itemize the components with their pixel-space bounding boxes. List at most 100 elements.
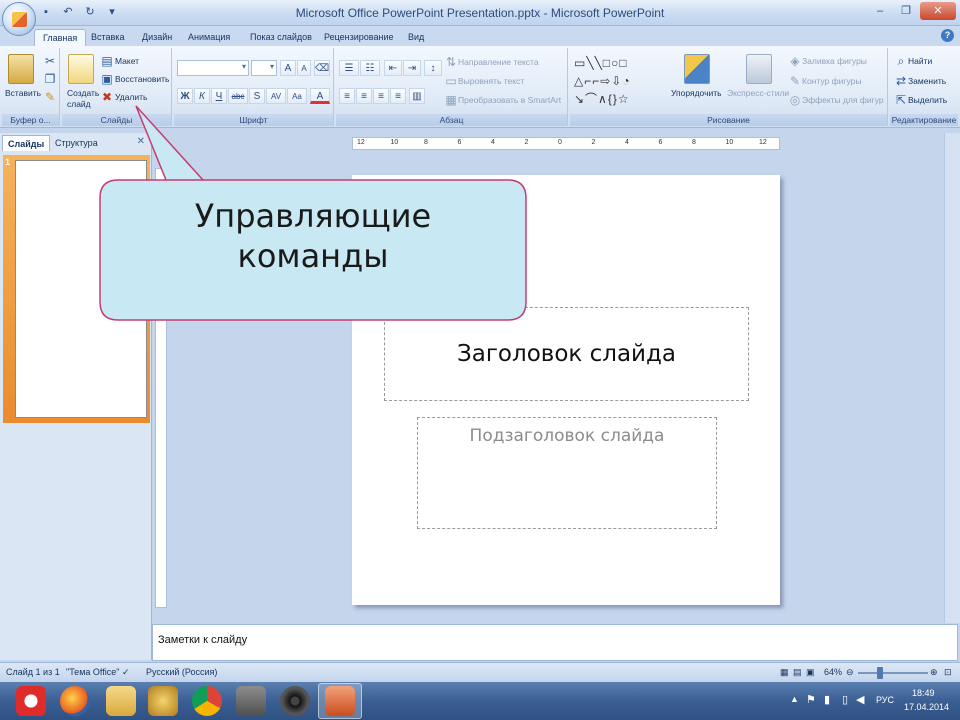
zoom-level[interactable]: 64% (824, 667, 842, 677)
tab-slideshow[interactable]: Показ слайдов (242, 29, 320, 46)
numbering-button[interactable]: ☷ (360, 60, 380, 76)
tab-view[interactable]: Вид (400, 29, 432, 46)
replace-button[interactable]: Заменить (908, 76, 946, 86)
tab-insert[interactable]: Вставка (83, 29, 132, 46)
close-pane-icon[interactable]: ✕ (137, 136, 145, 147)
decrease-indent-button[interactable]: ⇤ (384, 60, 402, 76)
volume-icon[interactable]: ◀ (856, 693, 864, 706)
paste-button[interactable]: Вставить (5, 88, 41, 98)
quick-styles-button[interactable]: Экспресс-стили (727, 88, 789, 98)
smartart-button[interactable]: Преобразовать в SmartArt (458, 95, 561, 105)
arrange-button[interactable]: Упорядочить (671, 88, 722, 98)
file-explorer-icon[interactable] (106, 686, 136, 716)
zoom-in-icon[interactable]: ⊕ (930, 667, 938, 678)
shapes-gallery[interactable]: ▭╲╲□○□ △⌐⌐⇨⇩◔ ↘⌒∧{}☆ (574, 54, 662, 108)
new-slide-label-2[interactable]: слайд (67, 99, 91, 109)
clock-date[interactable]: 17.04.2014 (904, 702, 949, 712)
align-text-button[interactable]: Выровнять текст (458, 76, 524, 86)
justify-button[interactable]: ≡ (390, 88, 406, 104)
shrink-font-button[interactable]: A (297, 60, 311, 76)
office-button[interactable] (2, 2, 36, 36)
notes-pane[interactable]: Заметки к слайду (152, 624, 958, 661)
find-button[interactable]: Найти (908, 56, 932, 66)
tray-arrow-icon[interactable]: ▲ (790, 694, 799, 704)
strikethrough-button[interactable]: abc (228, 88, 248, 104)
underline-button[interactable]: Ч (211, 88, 227, 104)
cut-icon[interactable]: ✂ (43, 54, 57, 68)
fit-to-window-icon[interactable]: ⊡ (944, 667, 952, 678)
slideshow-view-icon[interactable]: ▣ (806, 667, 815, 678)
shadow-button[interactable]: S (249, 88, 265, 104)
reset-button[interactable]: Восстановить (115, 74, 169, 84)
close-button[interactable]: ✕ (920, 2, 956, 20)
spellcheck-icon[interactable]: ✓ (122, 667, 130, 678)
zoom-slider-thumb[interactable] (877, 667, 884, 679)
language-tray[interactable]: РУС (876, 695, 894, 705)
align-center-button[interactable]: ≡ (356, 88, 372, 104)
font-name-combo[interactable] (177, 60, 249, 76)
align-left-button[interactable]: ≡ (339, 88, 355, 104)
quick-styles-icon[interactable] (746, 54, 772, 84)
bullets-button[interactable]: ☰ (339, 60, 359, 76)
customize-icon[interactable]: ▾ (104, 4, 120, 20)
font-size-combo[interactable] (251, 60, 277, 76)
font-color-button[interactable]: A (310, 88, 330, 104)
network-icon[interactable]: ▮ (824, 693, 830, 706)
shape-fill-button[interactable]: Заливка фигуры (802, 56, 867, 66)
battery-icon[interactable]: ▯ (842, 693, 848, 706)
subtitle-placeholder[interactable]: Подзаголовок слайда (417, 417, 717, 529)
save-icon[interactable]: ▪ (38, 4, 54, 20)
slide-thumbnail-number: 1 (5, 157, 11, 167)
restore-button[interactable]: ❐ (894, 2, 918, 20)
tab-outline[interactable]: Структура (50, 135, 103, 151)
app-icon[interactable] (148, 686, 178, 716)
delete-button[interactable]: Удалить (115, 92, 147, 102)
yandex-browser-icon[interactable] (16, 686, 46, 716)
game-icon[interactable] (236, 686, 266, 716)
normal-view-icon[interactable]: ▦ (780, 667, 789, 678)
minimize-button[interactable]: – (868, 2, 892, 20)
paragraph-group-label: Абзац (336, 114, 567, 126)
columns-button[interactable]: ▥ (409, 88, 425, 104)
tab-design[interactable]: Дизайн (134, 29, 180, 46)
media-player-icon[interactable] (280, 686, 310, 716)
grow-font-button[interactable]: A (280, 60, 296, 76)
theme-name[interactable]: "Тема Office" (66, 667, 119, 677)
tab-review[interactable]: Рецензирование (316, 29, 402, 46)
paste-icon[interactable] (8, 54, 34, 84)
flag-icon[interactable]: ⚑ (806, 693, 816, 706)
layout-button[interactable]: Макет (115, 56, 139, 66)
format-painter-icon[interactable]: ✎ (43, 90, 57, 104)
line-spacing-button[interactable]: ↕ (424, 60, 442, 76)
vertical-scrollbar[interactable] (944, 133, 960, 623)
italic-button[interactable]: К (194, 88, 210, 104)
zoom-slider[interactable] (858, 672, 928, 674)
undo-icon[interactable]: ↶ (60, 4, 76, 20)
shape-effects-button[interactable]: Эффекты для фигур (802, 95, 884, 105)
shape-outline-button[interactable]: Контур фигуры (802, 76, 861, 86)
language-indicator[interactable]: Русский (Россия) (146, 667, 217, 677)
help-icon[interactable]: ? (941, 29, 954, 42)
clock-time[interactable]: 18:49 (912, 688, 935, 698)
increase-indent-button[interactable]: ⇥ (403, 60, 421, 76)
zoom-out-icon[interactable]: ⊖ (846, 667, 854, 678)
tab-home[interactable]: Главная (34, 29, 87, 46)
select-button[interactable]: Выделить (908, 95, 947, 105)
firefox-icon[interactable] (60, 686, 90, 716)
align-right-button[interactable]: ≡ (373, 88, 389, 104)
new-slide-label-1[interactable]: Создать (67, 88, 99, 98)
arrange-icon[interactable] (684, 54, 710, 84)
copy-icon[interactable]: ❐ (43, 72, 57, 86)
char-spacing-button[interactable]: AV (266, 88, 286, 104)
bold-button[interactable]: Ж (177, 88, 193, 104)
tab-animation[interactable]: Анимация (180, 29, 238, 46)
powerpoint-icon[interactable] (325, 686, 355, 716)
clear-format-button[interactable]: ⌫ (314, 60, 330, 76)
change-case-button[interactable]: Aa (287, 88, 307, 104)
tab-slides[interactable]: Слайды (2, 135, 51, 151)
redo-icon[interactable]: ↻ (82, 4, 98, 20)
slide-sorter-icon[interactable]: ▤ (793, 667, 802, 678)
chrome-icon[interactable] (192, 686, 222, 716)
text-direction-button[interactable]: Направление текста (458, 57, 539, 67)
new-slide-icon[interactable] (68, 54, 94, 84)
